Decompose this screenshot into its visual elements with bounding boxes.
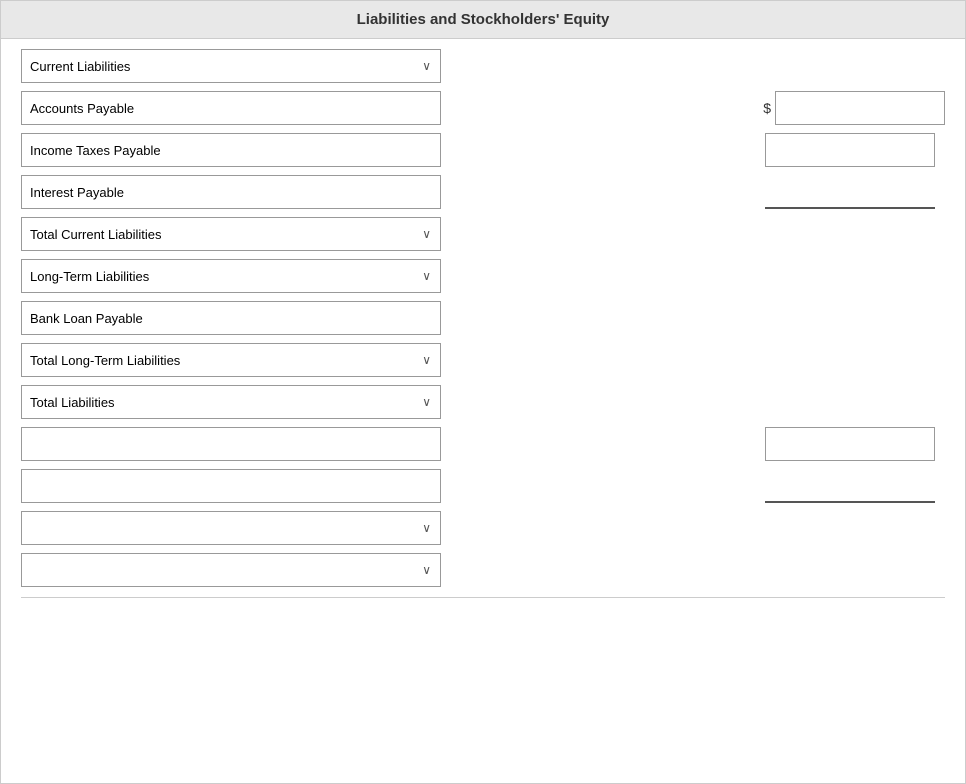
left-cell-total-current: Total Current Liabilities	[21, 217, 441, 251]
blank-value-input-2[interactable]	[765, 469, 935, 503]
left-cell-blank-dropdown-2	[21, 553, 441, 587]
right-cell-interest-payable	[765, 175, 945, 209]
total-long-term-select[interactable]: Total Long-Term Liabilities	[21, 343, 441, 377]
blank-dropdown-1-wrapper	[21, 511, 441, 545]
content-area: Current Liabilities $	[1, 39, 965, 626]
row-total-current-liabilities: Total Current Liabilities	[21, 217, 945, 251]
left-cell-bank-loan	[21, 301, 441, 335]
blank-dropdown-2-select[interactable]	[21, 553, 441, 587]
left-cell-blank-dropdown-1	[21, 511, 441, 545]
row-accounts-payable: $	[21, 91, 945, 125]
right-cell-income-taxes	[765, 133, 945, 167]
left-cell-total-liabilities: Total Liabilities	[21, 385, 441, 419]
current-liabilities-select[interactable]: Current Liabilities	[21, 49, 441, 83]
current-liabilities-wrapper: Current Liabilities	[21, 49, 441, 83]
left-cell-income-taxes	[21, 133, 441, 167]
left-cell-total-long-term: Total Long-Term Liabilities	[21, 343, 441, 377]
row-blank-dropdown-1	[21, 511, 945, 545]
blank-dropdown-1-select[interactable]	[21, 511, 441, 545]
income-taxes-value-input[interactable]	[765, 133, 935, 167]
total-current-liabilities-wrapper: Total Current Liabilities	[21, 217, 441, 251]
left-cell-current-liabilities: Current Liabilities	[21, 49, 441, 83]
blank-input-1[interactable]	[21, 427, 441, 461]
interest-payable-value-input[interactable]	[765, 175, 935, 209]
left-cell-blank-2	[21, 469, 441, 503]
left-cell-interest-payable	[21, 175, 441, 209]
left-cell-blank-1	[21, 427, 441, 461]
long-term-liabilities-wrapper: Long-Term Liabilities	[21, 259, 441, 293]
right-cell-blank-1	[765, 427, 945, 461]
bottom-divider-row	[21, 597, 945, 608]
blank-dropdown-2-wrapper	[21, 553, 441, 587]
dollar-sign: $	[763, 100, 771, 116]
blank-input-2[interactable]	[21, 469, 441, 503]
row-blank-2	[21, 469, 945, 503]
accounts-payable-value-input[interactable]	[775, 91, 945, 125]
row-total-liabilities: Total Liabilities	[21, 385, 945, 419]
row-blank-dropdown-2	[21, 553, 945, 587]
page-container: Liabilities and Stockholders' Equity Cur…	[0, 0, 966, 784]
total-current-liabilities-select[interactable]: Total Current Liabilities	[21, 217, 441, 251]
bank-loan-payable-input[interactable]	[21, 301, 441, 335]
right-cell-blank-2	[765, 469, 945, 503]
row-blank-1	[21, 427, 945, 461]
accounts-payable-input[interactable]	[21, 91, 441, 125]
total-liabilities-wrapper: Total Liabilities	[21, 385, 441, 419]
row-total-long-term-liabilities: Total Long-Term Liabilities	[21, 343, 945, 377]
row-income-taxes-payable	[21, 133, 945, 167]
section-title: Liabilities and Stockholders' Equity	[357, 11, 610, 28]
total-liabilities-select[interactable]: Total Liabilities	[21, 385, 441, 419]
row-bank-loan-payable	[21, 301, 945, 335]
row-interest-payable	[21, 175, 945, 209]
right-cell-accounts-payable: $	[763, 91, 945, 125]
long-term-liabilities-select[interactable]: Long-Term Liabilities	[21, 259, 441, 293]
left-cell-long-term: Long-Term Liabilities	[21, 259, 441, 293]
row-current-liabilities: Current Liabilities	[21, 49, 945, 83]
total-long-term-wrapper: Total Long-Term Liabilities	[21, 343, 441, 377]
row-long-term-liabilities: Long-Term Liabilities	[21, 259, 945, 293]
interest-payable-input[interactable]	[21, 175, 441, 209]
blank-value-input-1[interactable]	[765, 427, 935, 461]
income-taxes-payable-input[interactable]	[21, 133, 441, 167]
left-cell-accounts-payable	[21, 91, 441, 125]
section-header: Liabilities and Stockholders' Equity	[1, 1, 965, 39]
